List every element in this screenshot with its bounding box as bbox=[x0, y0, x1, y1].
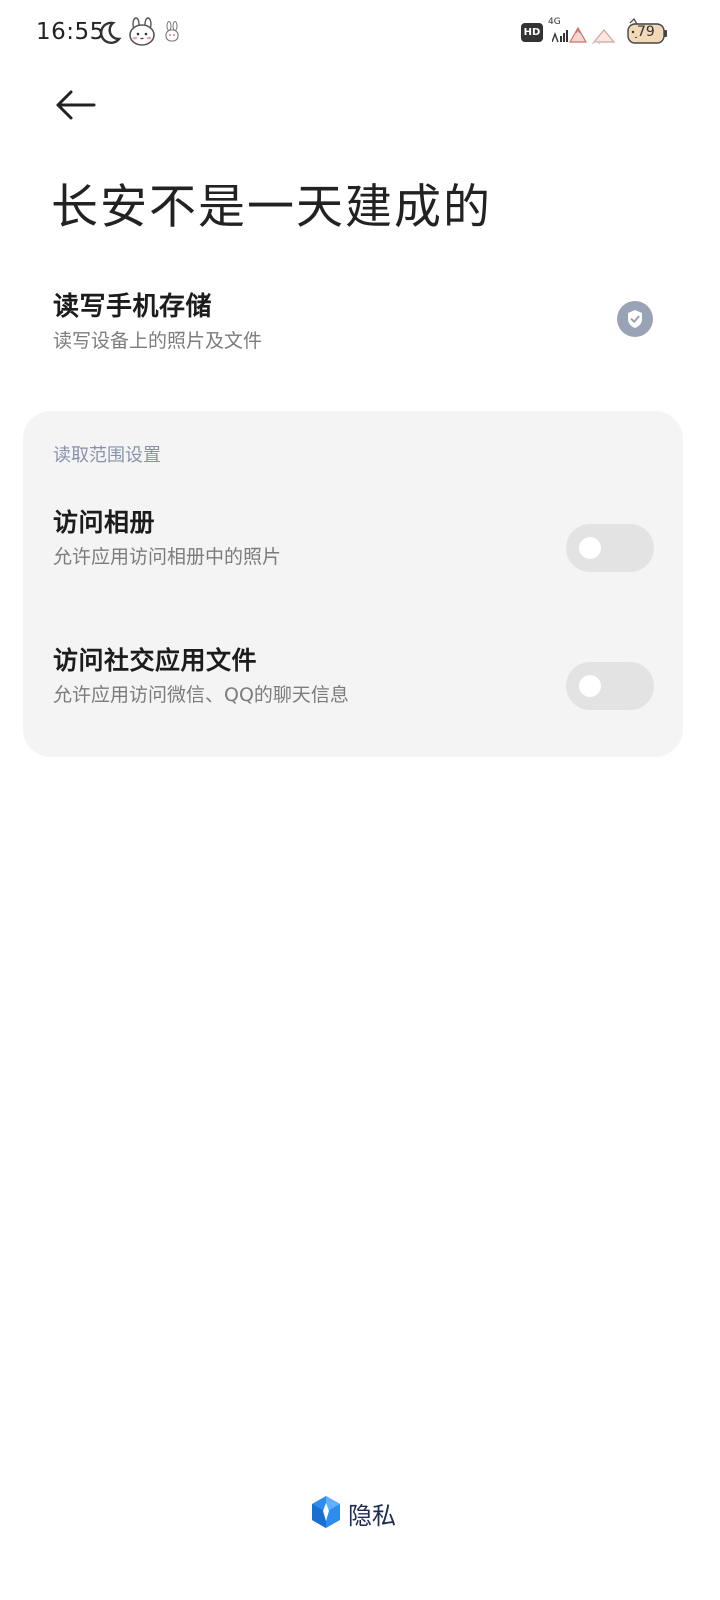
social-files-access-description: 允许应用访问微信、QQ的聊天信息 bbox=[53, 684, 349, 706]
status-time: 16:55 bbox=[36, 19, 105, 45]
toggle-knob bbox=[579, 675, 601, 697]
back-arrow-icon bbox=[56, 90, 96, 120]
album-access-toggle[interactable] bbox=[566, 524, 654, 572]
storage-permission-row[interactable]: 读写手机存储 读写设备上的照片及文件 bbox=[53, 286, 663, 358]
social-files-access-title: 访问社交应用文件 bbox=[53, 646, 258, 675]
permission-description: 读写设备上的照片及文件 bbox=[53, 330, 263, 352]
status-bar: 16:55 HD 4G 79 bbox=[0, 0, 720, 64]
album-access-description: 允许应用访问相册中的照片 bbox=[53, 546, 282, 568]
wifi-deco-icon bbox=[552, 26, 616, 45]
social-files-access-row[interactable]: 访问社交应用文件 允许应用访问微信、QQ的聊天信息 bbox=[53, 641, 654, 731]
album-access-title: 访问相册 bbox=[53, 508, 156, 537]
section-header: 读取范围设置 bbox=[53, 445, 161, 466]
bunny-small-icon bbox=[165, 21, 179, 42]
bunny-sticker-icon bbox=[129, 17, 155, 46]
battery-level-text: 79 bbox=[637, 24, 655, 40]
toggle-knob bbox=[579, 537, 601, 559]
privacy-brand-label: 隐私 bbox=[348, 1502, 396, 1530]
read-scope-card: 读取范围设置 访问相册 允许应用访问相册中的照片 访问社交应用文件 允许应用访问… bbox=[23, 411, 683, 757]
social-files-access-toggle[interactable] bbox=[566, 662, 654, 710]
permission-title: 读写手机存储 bbox=[53, 292, 213, 322]
back-button[interactable] bbox=[52, 84, 100, 128]
moon-icon bbox=[99, 21, 122, 44]
shield-check-icon bbox=[617, 301, 653, 337]
page-title: 长安不是一天建成的 bbox=[51, 180, 492, 235]
hd-icon: HD bbox=[521, 23, 543, 42]
permission-settings-page: 16:55 HD 4G 79 长安不是一天建成的 读写手机存储 读写设备上的照片… bbox=[0, 0, 720, 1600]
album-access-row[interactable]: 访问相册 允许应用访问相册中的照片 bbox=[53, 503, 654, 593]
privacy-shield-icon bbox=[312, 1496, 340, 1528]
